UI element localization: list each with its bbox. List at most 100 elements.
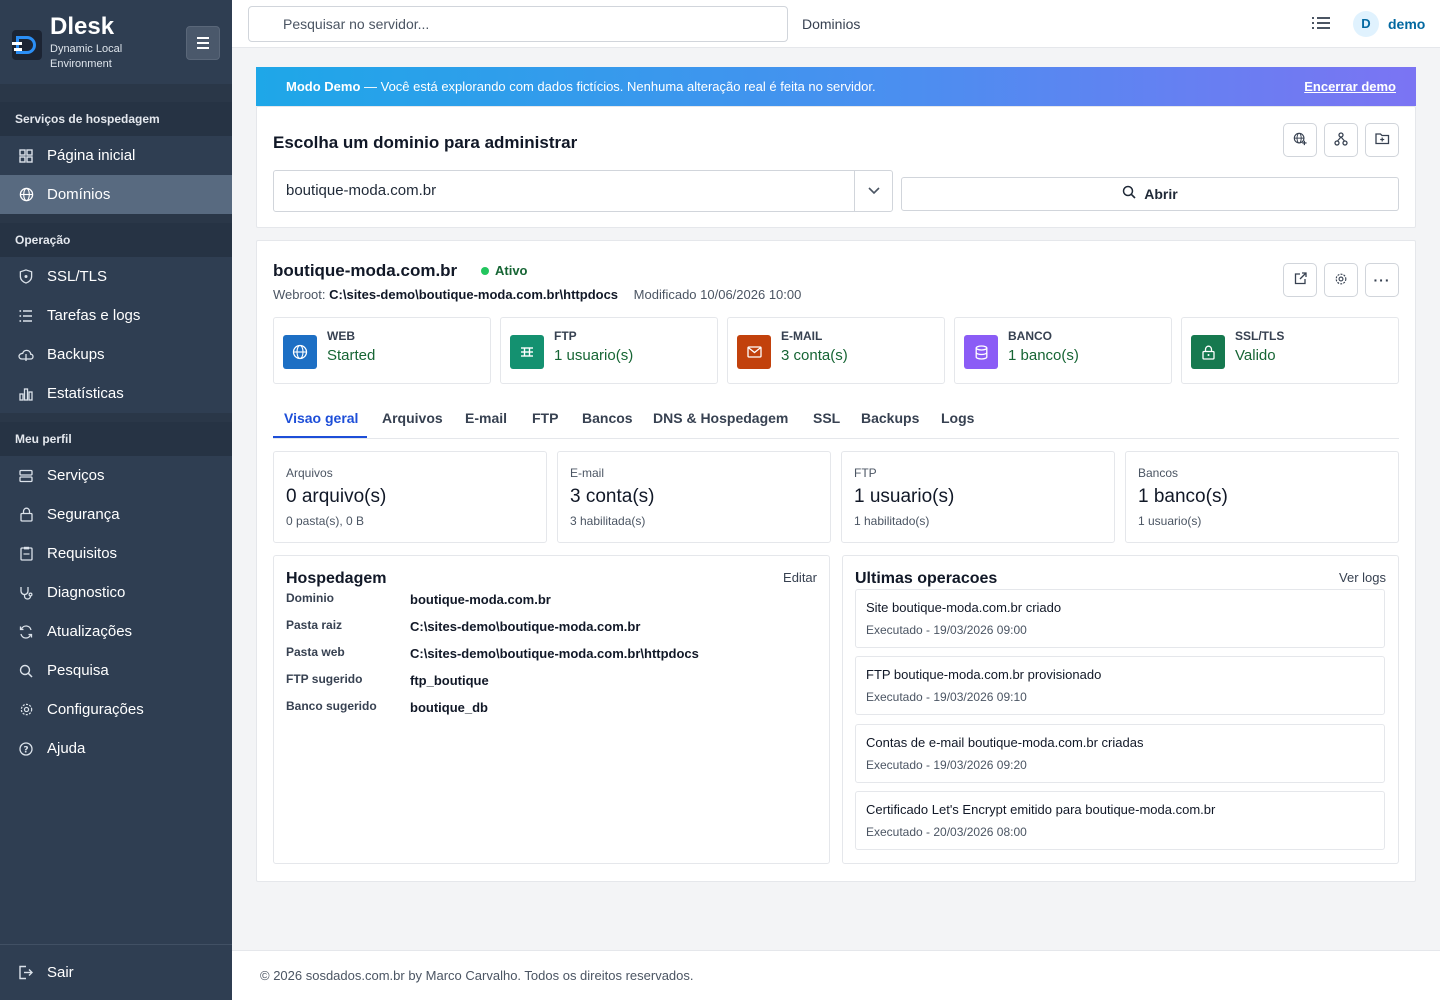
sidebar-item-label: Atualizações — [47, 623, 133, 640]
mail-icon — [737, 335, 771, 369]
stat-subtitle: 3 habilitada(s) — [570, 514, 646, 528]
domain-chooser-card: Escolha um dominio para administrar bout… — [256, 106, 1416, 228]
server-search-input[interactable]: Pesquisar no servidor... — [248, 6, 788, 42]
tab-email[interactable]: E-mail — [465, 410, 507, 426]
external-link-icon — [1294, 272, 1307, 288]
sidebar-item-pagina-inicial[interactable]: Página inicial — [0, 136, 232, 175]
service-tile-banco[interactable]: BANCO 1 banco(s) — [954, 317, 1172, 384]
stat-subtitle: 1 usuario(s) — [1138, 514, 1202, 528]
sidebar-section-operacao: Operação — [0, 223, 232, 257]
sidebar-item-label: Tarefas e logs — [47, 307, 141, 324]
open-domain-button[interactable]: Abrir — [901, 177, 1399, 211]
demo-banner-text: — Você está explorando com dados fictíci… — [360, 79, 876, 94]
end-demo-link[interactable]: Encerrar demo — [1304, 67, 1396, 106]
operations-panel: Ultimas operacoes Ver logs Site boutique… — [842, 555, 1399, 864]
list-item: Certificado Let's Encrypt emitido para b… — [855, 791, 1385, 850]
edit-hosting-link[interactable]: Editar — [783, 570, 817, 585]
list-item: FTP boutique-moda.com.br provisionado Ex… — [855, 656, 1385, 715]
logout-label: Sair — [47, 964, 74, 981]
sidebar-item-tarefas-logs[interactable]: Tarefas e logs — [0, 296, 232, 335]
stat-card-bancos: Bancos 1 banco(s) 1 usuario(s) — [1125, 451, 1399, 543]
stat-label: Bancos — [1138, 466, 1179, 480]
stat-card-arquivos: Arquivos 0 arquivo(s) 0 pasta(s), 0 B — [273, 451, 547, 543]
brand-title[interactable]: Dlesk — [50, 12, 186, 42]
search-icon — [1122, 178, 1136, 210]
chevron-down-icon[interactable] — [854, 171, 892, 211]
sidebar-item-pesquisa[interactable]: Pesquisa — [0, 651, 232, 690]
domain-tabs: Visao geral Arquivos E-mail FTP Bancos D… — [273, 401, 1399, 439]
svg-text:?: ? — [23, 745, 28, 755]
ellipsis-icon: ··· — [1373, 272, 1391, 288]
service-tile-ssl[interactable]: SSL/TLS Valido — [1181, 317, 1399, 384]
view-logs-link[interactable]: Ver logs — [1339, 570, 1386, 585]
help-icon: ? — [18, 741, 34, 757]
sidebar-item-dominios[interactable]: Domínios — [0, 175, 232, 214]
lock-icon — [18, 507, 34, 523]
operation-title: Site boutique-moda.com.br criado — [866, 600, 1062, 615]
service-value: 3 conta(s) — [781, 347, 848, 364]
dlesk-logo-icon[interactable] — [12, 30, 42, 60]
hosting-key: Pasta web — [286, 645, 345, 659]
logout-button[interactable]: Sair — [0, 944, 232, 1000]
service-tile-web[interactable]: WEB Started — [273, 317, 491, 384]
tab-dns-hospedagem[interactable]: DNS & Hospedagem — [653, 410, 788, 426]
sidebar-item-configuracoes[interactable]: Configurações — [0, 690, 232, 729]
tab-visao-geral[interactable]: Visao geral — [284, 410, 358, 426]
gear-icon — [18, 702, 34, 718]
search-icon — [18, 663, 34, 679]
service-label: FTP — [554, 329, 577, 343]
stat-value: 1 usuario(s) — [854, 486, 955, 507]
sidebar-item-ajuda[interactable]: ? Ajuda — [0, 729, 232, 768]
lock-icon — [1191, 335, 1225, 369]
tab-backups[interactable]: Backups — [861, 410, 919, 426]
webroot-path: C:\sites-demo\boutique-moda.com.br\httpd… — [329, 287, 619, 302]
hosting-value: ftp_boutique — [410, 673, 489, 688]
sidebar-item-diagnostico[interactable]: Diagnostico — [0, 573, 232, 612]
modified-date: Modificado 10/06/2026 10:00 — [633, 287, 802, 302]
service-tile-email[interactable]: E-MAIL 3 conta(s) — [727, 317, 945, 384]
hosting-panel: Hospedagem Editar Dominio boutique-moda.… — [273, 555, 830, 864]
operation-status: Executado - 19/03/2026 09:10 — [866, 690, 1027, 704]
avatar[interactable]: D — [1353, 11, 1379, 37]
sidebar-item-label: Ajuda — [47, 740, 86, 757]
tab-ssl[interactable]: SSL — [813, 410, 840, 426]
sidebar-item-label: SSL/TLS — [47, 268, 108, 285]
add-folder-button[interactable] — [1365, 123, 1399, 157]
add-subdomain-button[interactable] — [1324, 123, 1358, 157]
domain-select[interactable]: boutique-moda.com.br — [273, 170, 893, 212]
tab-logs[interactable]: Logs — [941, 410, 974, 426]
service-label: SSL/TLS — [1235, 329, 1285, 343]
sidebar-item-label: Segurança — [47, 506, 120, 523]
menu-toggle-button[interactable] — [186, 26, 220, 60]
task-list-icon[interactable] — [1312, 15, 1330, 33]
status-dot-icon — [481, 266, 489, 275]
stat-label: E-mail — [570, 466, 605, 480]
more-actions-button[interactable]: ··· — [1365, 263, 1399, 297]
tab-arquivos[interactable]: Arquivos — [382, 410, 443, 426]
sidebar-item-seguranca[interactable]: Segurança — [0, 495, 232, 534]
sidebar-item-requisitos[interactable]: Requisitos — [0, 534, 232, 573]
add-domain-button[interactable] — [1283, 123, 1317, 157]
sidebar-item-ssl[interactable]: SSL/TLS — [0, 257, 232, 296]
sidebar-section-meu-perfil: Meu perfil — [0, 422, 232, 456]
sidebar-item-servicos[interactable]: Serviços — [0, 456, 232, 495]
sidebar-item-estatisticas[interactable]: Estatísticas — [0, 374, 232, 413]
sidebar-item-label: Configurações — [47, 701, 144, 718]
tab-bancos[interactable]: Bancos — [582, 410, 633, 426]
hosting-key: FTP sugerido — [286, 672, 363, 686]
service-tile-ftp[interactable]: FTP 1 usuario(s) — [500, 317, 718, 384]
service-label: WEB — [327, 329, 355, 343]
chooser-title: Escolha um dominio para administrar — [273, 133, 578, 152]
service-label: E-MAIL — [781, 329, 823, 343]
user-name[interactable]: demo — [1388, 16, 1425, 32]
sidebar-item-atualizacoes[interactable]: Atualizações — [0, 612, 232, 651]
sidebar-item-backups[interactable]: Backups — [0, 335, 232, 374]
service-value: 1 usuario(s) — [554, 347, 634, 364]
hosting-title: Hospedagem — [286, 570, 387, 587]
server-icon — [18, 468, 34, 484]
open-site-button[interactable] — [1283, 263, 1317, 297]
stat-subtitle: 1 habilitado(s) — [854, 514, 930, 528]
domain-settings-button[interactable] — [1324, 263, 1358, 297]
sidebar-item-label: Requisitos — [47, 545, 118, 562]
tab-ftp[interactable]: FTP — [532, 410, 558, 426]
